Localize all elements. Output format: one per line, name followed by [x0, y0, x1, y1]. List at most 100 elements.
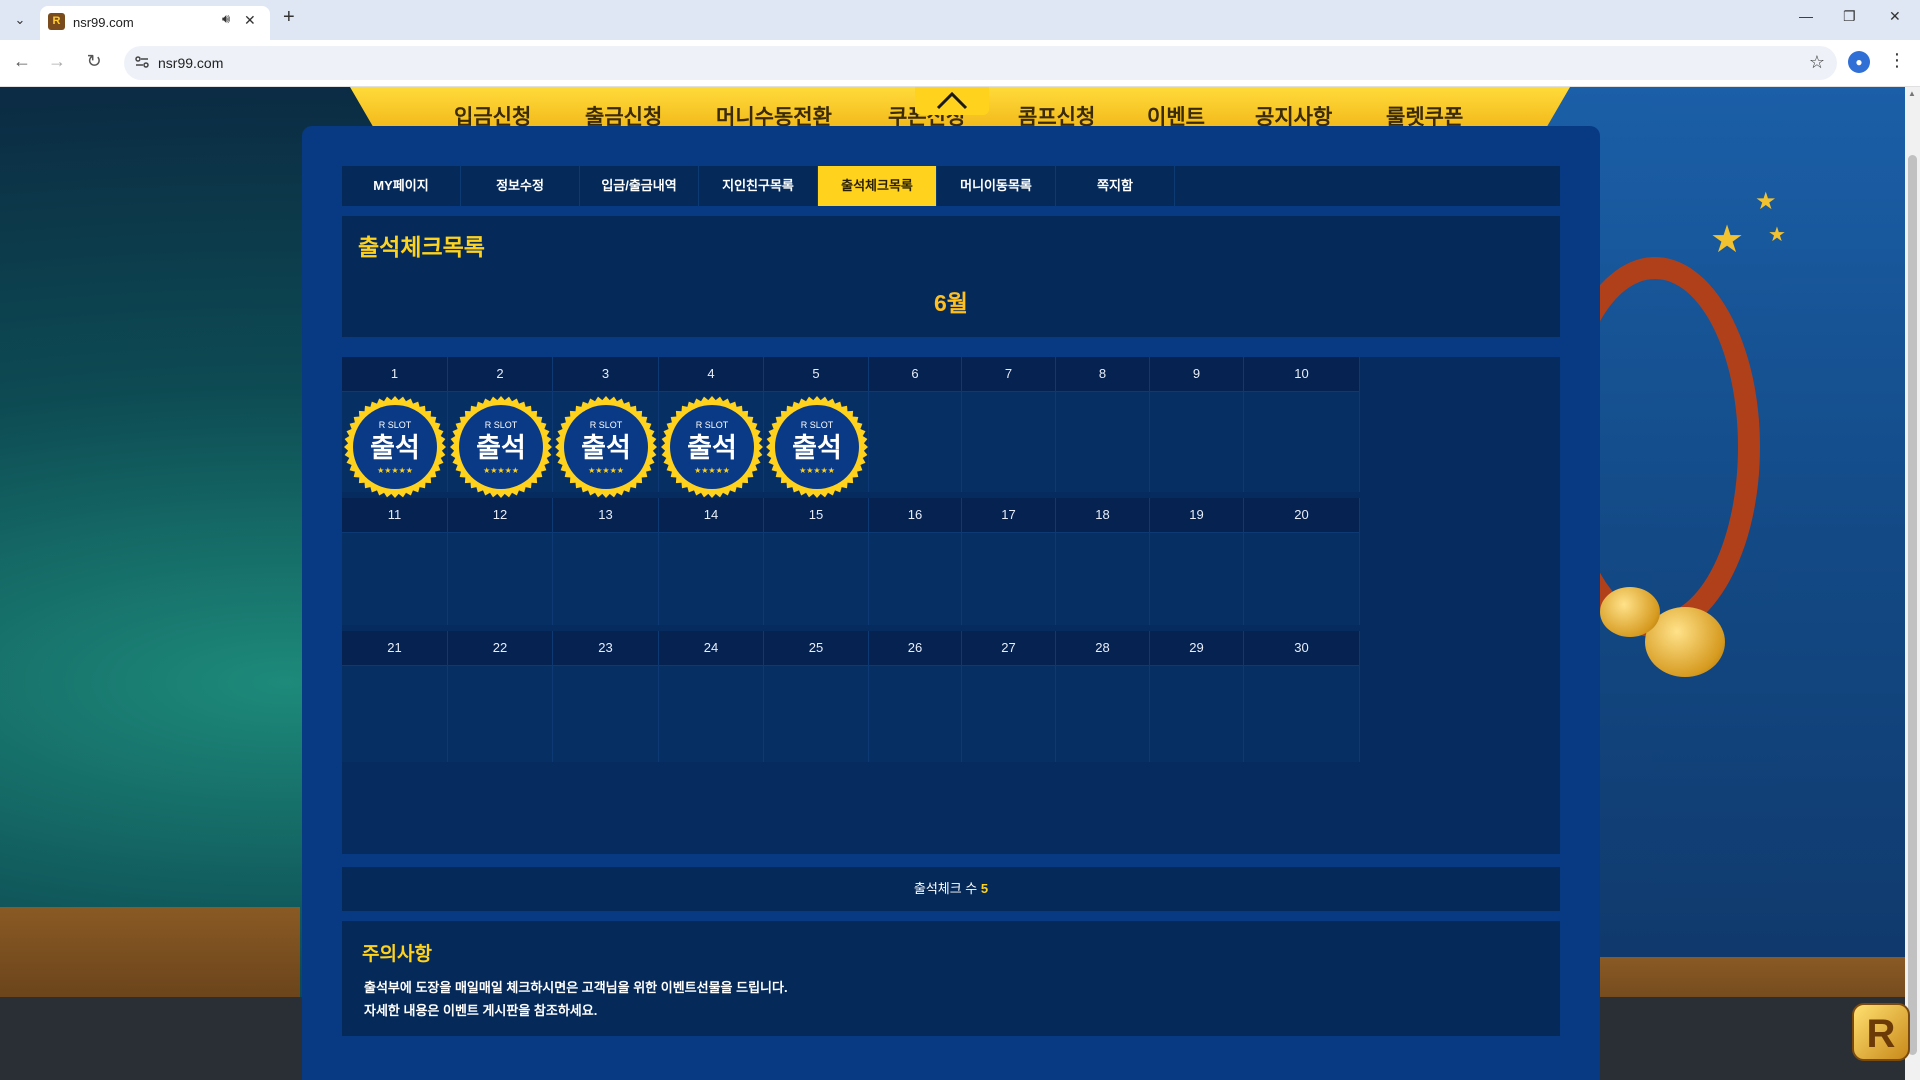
calendar-day-number: 7: [962, 357, 1056, 391]
new-tab-plus-icon[interactable]: +: [283, 6, 295, 29]
site-info-icon[interactable]: [134, 54, 150, 70]
calendar-day-number: 25: [764, 631, 869, 665]
calendar-day-number: 19: [1150, 498, 1244, 532]
calendar-day-cell: R SLOT 출석 ★★★★★: [764, 391, 869, 498]
calendar-day-cell: [962, 665, 1056, 762]
calendar-day-cell: [659, 532, 764, 625]
tab-money-transfer-list[interactable]: 머니이동목록: [937, 166, 1056, 206]
tab-mypage[interactable]: MY페이지: [342, 166, 461, 206]
calendar-day-cell: [1150, 391, 1244, 492]
calendar-day-number: 9: [1150, 357, 1244, 391]
stamp-label: 출석: [476, 433, 526, 464]
attendance-count-label: 출석체크 수: [913, 881, 978, 896]
scrollbar-thumb[interactable]: [1908, 155, 1917, 1055]
calendar-day-number: 6: [869, 357, 962, 391]
tab-title: nsr99.com: [73, 15, 134, 30]
tab-attendance-list[interactable]: 출석체크목록: [818, 166, 937, 206]
profile-avatar-icon[interactable]: ●: [1848, 51, 1870, 73]
kebab-menu-icon[interactable]: ⋮: [1888, 50, 1906, 71]
calendar-day-number: 2: [448, 357, 553, 391]
calendar-day-number: 13: [553, 498, 659, 532]
calendar-day-number: 26: [869, 631, 962, 665]
rslot-floating-logo[interactable]: R: [1852, 1003, 1910, 1061]
stamp-label: 출석: [792, 433, 842, 464]
notice-line: 자세한 내용은 이벤트 게시판을 참조하세요.: [364, 1003, 598, 1018]
calendar-day-cell: [764, 665, 869, 762]
calendar-day-cell: R SLOT 출석 ★★★★★: [553, 391, 659, 498]
stamp-stars: ★★★★★: [483, 466, 519, 475]
tab-list-chevron-icon[interactable]: ⌄: [8, 8, 32, 32]
stamp-stars: ★★★★★: [588, 466, 624, 475]
calendar-day-cell: R SLOT 출석 ★★★★★: [448, 391, 553, 498]
background-coin: [1600, 587, 1660, 637]
minimize-icon[interactable]: —: [1799, 8, 1813, 24]
calendar-day-cell: [962, 532, 1056, 625]
notice-line: 출석부에 도장을 매일매일 체크하시면은 고객님을 위한 이벤트선물을 드립니다…: [364, 980, 788, 995]
calendar-day-number: 18: [1056, 498, 1150, 532]
tab-referral-friends[interactable]: 지인친구목록: [699, 166, 818, 206]
calendar-day-cell: [962, 391, 1056, 492]
calendar-day-cell: [1056, 665, 1150, 762]
calendar-day-number: 24: [659, 631, 764, 665]
back-arrow-icon[interactable]: ←: [10, 51, 34, 72]
stamp-label: 출석: [370, 433, 420, 464]
calendar-day-number: 17: [962, 498, 1056, 532]
calendar-day-number: 30: [1244, 631, 1360, 665]
calendar-day-cell: [342, 665, 448, 762]
calendar-day-number: 1: [342, 357, 448, 391]
calendar-day-number: 20: [1244, 498, 1360, 532]
attendance-count-box: 출석체크 수 5: [342, 867, 1560, 911]
calendar-day-cell: [1244, 391, 1360, 492]
calendar-day-number: 12: [448, 498, 553, 532]
calendar-day-number: 28: [1056, 631, 1150, 665]
tab-deposit-withdraw-history[interactable]: 입금/출금내역: [580, 166, 699, 206]
calendar-day-number: 11: [342, 498, 448, 532]
calendar-day-cell: [659, 665, 764, 762]
restore-icon[interactable]: ❐: [1843, 8, 1856, 25]
bookmark-star-icon[interactable]: ☆: [1809, 52, 1825, 73]
tab-messages[interactable]: 쪽지함: [1056, 166, 1175, 206]
url-text: nsr99.com: [158, 55, 224, 71]
attendance-calendar: 1 R SLOT 출석 ★★★★★ 2 R SLOT 출석 ★★★★★ 3 R SLOT 출석 ★★★…: [342, 357, 1560, 854]
stamp-stars: ★★★★★: [799, 466, 835, 475]
page-scrollbar[interactable]: ▲: [1905, 87, 1920, 1080]
address-bar[interactable]: nsr99.com ☆: [124, 46, 1837, 80]
browser-toolbar: ← → ↻ nsr99.com ☆ ● ⋮: [0, 40, 1920, 87]
calendar-day-cell: [448, 665, 553, 762]
stamp-brand: R SLOT: [696, 420, 729, 430]
chevron-up-icon: [936, 91, 968, 110]
month-label: 6월: [934, 290, 968, 316]
stamp-brand: R SLOT: [801, 420, 834, 430]
calendar-day-cell: R SLOT 출석 ★★★★★: [659, 391, 764, 498]
scroll-up-arrow-icon[interactable]: ▲: [1908, 89, 1916, 98]
stamp-stars: ★★★★★: [694, 466, 730, 475]
page-title: 출석체크목록: [358, 234, 485, 260]
calendar-day-number: 4: [659, 357, 764, 391]
scroll-top-button[interactable]: [915, 87, 989, 115]
calendar-day-cell: [869, 391, 962, 492]
stamp-stars: ★★★★★: [377, 466, 413, 475]
calendar-day-cell: [1150, 665, 1244, 762]
calendar-day-cell: [448, 532, 553, 625]
background-star-icon: ★: [1755, 188, 1777, 215]
notice-box: 주의사항 출석부에 도장을 매일매일 체크하시면은 고객님을 위한 이벤트선물을…: [342, 921, 1560, 1036]
calendar-day-cell: [1150, 532, 1244, 625]
calendar-day-cell: [764, 532, 869, 625]
calendar-day-cell: [553, 532, 659, 625]
window-close-icon[interactable]: ✕: [1889, 8, 1901, 25]
stamp-brand: R SLOT: [379, 420, 412, 430]
audio-playing-icon[interactable]: 🔊︎: [222, 11, 230, 27]
calendar-day-number: 10: [1244, 357, 1360, 391]
attendance-header-box: 출석체크목록 6월: [342, 216, 1560, 337]
calendar-day-cell: R SLOT 출석 ★★★★★: [342, 391, 448, 498]
tab-edit-info[interactable]: 정보수정: [461, 166, 580, 206]
browser-tab[interactable]: R nsr99.com 🔊︎ ✕: [40, 6, 270, 40]
reload-icon[interactable]: ↻: [82, 51, 106, 72]
calendar-day-number: 5: [764, 357, 869, 391]
tab-close-icon[interactable]: ✕: [244, 12, 256, 29]
background-star-icon: ★: [1710, 219, 1745, 261]
forward-arrow-icon[interactable]: →: [45, 51, 69, 72]
mypage-panel: MY페이지 정보수정 입금/출금내역 지인친구목록 출석체크목록 머니이동목록 …: [302, 126, 1600, 1080]
calendar-day-number: 3: [553, 357, 659, 391]
site-favicon-icon: R: [48, 13, 65, 30]
